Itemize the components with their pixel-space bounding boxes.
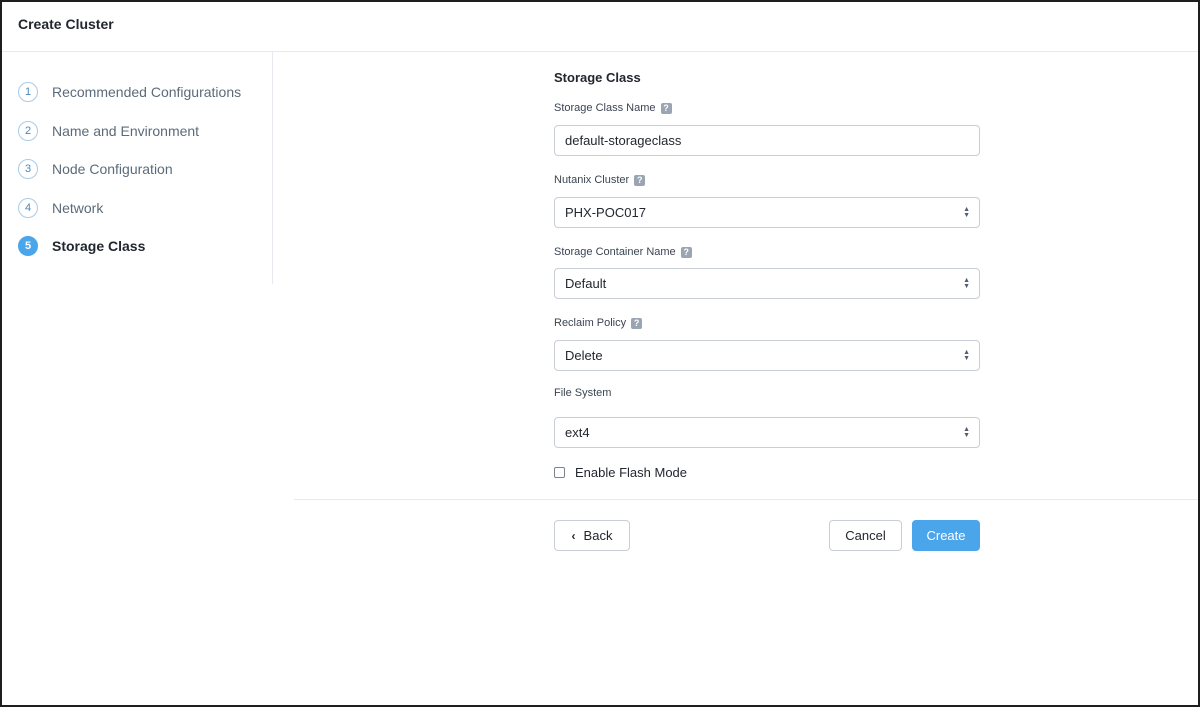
step-number: 1 <box>18 82 38 102</box>
storage-container-value: Default <box>565 276 607 291</box>
dialog-header: Create Cluster <box>2 2 1198 52</box>
step-node-configuration[interactable]: 3 Node Configuration <box>18 158 173 180</box>
file-system-value: ext4 <box>565 425 590 440</box>
cancel-button[interactable]: Cancel <box>829 520 902 551</box>
nutanix-cluster-value: PHX-POC017 <box>565 205 646 220</box>
dialog-title: Create Cluster <box>18 16 114 32</box>
reclaim-policy-value: Delete <box>565 348 603 363</box>
enable-flash-mode-label: Enable Flash Mode <box>575 465 688 480</box>
file-system-label: File System <box>554 387 612 399</box>
footer-divider <box>294 499 1198 500</box>
step-recommended-configurations[interactable]: 1 Recommended Configurations <box>18 81 241 103</box>
section-title: Storage Class <box>554 70 641 85</box>
reclaim-policy-select[interactable]: Delete ▲ ▼ <box>554 340 980 371</box>
back-button[interactable]: ‹ Back <box>554 520 630 551</box>
step-number: 4 <box>18 198 38 218</box>
step-name-and-environment[interactable]: 2 Name and Environment <box>18 120 199 142</box>
select-arrows-icon: ▲ ▼ <box>963 349 970 362</box>
select-arrows-icon: ▲ ▼ <box>963 426 970 439</box>
help-icon[interactable]: ? <box>634 174 646 186</box>
step-label: Network <box>52 200 104 216</box>
step-number: 2 <box>18 121 38 141</box>
nutanix-cluster-label: Nutanix Cluster ? <box>554 174 646 186</box>
help-icon[interactable]: ? <box>631 317 643 329</box>
help-icon[interactable]: ? <box>680 246 692 258</box>
step-network[interactable]: 4 Network <box>18 197 103 219</box>
file-system-select[interactable]: ext4 ▲ ▼ <box>554 417 980 448</box>
enable-flash-mode-checkbox[interactable] <box>554 467 565 478</box>
step-number: 3 <box>18 159 38 179</box>
select-arrows-icon: ▲ ▼ <box>963 206 970 219</box>
step-label: Node Configuration <box>52 161 173 177</box>
storage-class-name-input[interactable]: default-storageclass <box>554 125 980 156</box>
create-button[interactable]: Create <box>912 520 980 551</box>
storage-container-select[interactable]: Default ▲ ▼ <box>554 268 980 299</box>
step-storage-class[interactable]: 5 Storage Class <box>18 235 145 257</box>
chevron-left-icon: ‹ <box>571 528 576 543</box>
create-cluster-dialog: Create Cluster 1 Recommended Configurati… <box>0 0 1200 707</box>
enable-flash-mode-row[interactable]: Enable Flash Mode <box>554 465 687 480</box>
storage-container-name-label: Storage Container Name ? <box>554 246 692 258</box>
step-label: Recommended Configurations <box>52 84 242 100</box>
nutanix-cluster-select[interactable]: PHX-POC017 ▲ ▼ <box>554 197 980 228</box>
help-icon[interactable]: ? <box>660 102 672 114</box>
wizard-steps-sidebar: 1 Recommended Configurations 2 Name and … <box>2 52 273 284</box>
select-arrows-icon: ▲ ▼ <box>963 277 970 290</box>
storage-class-name-value: default-storageclass <box>565 133 682 148</box>
storage-class-name-label: Storage Class Name ? <box>554 102 672 114</box>
reclaim-policy-label: Reclaim Policy ? <box>554 317 643 329</box>
step-number-active: 5 <box>18 236 38 256</box>
step-label: Name and Environment <box>52 123 200 139</box>
step-label-active: Storage Class <box>52 238 146 254</box>
